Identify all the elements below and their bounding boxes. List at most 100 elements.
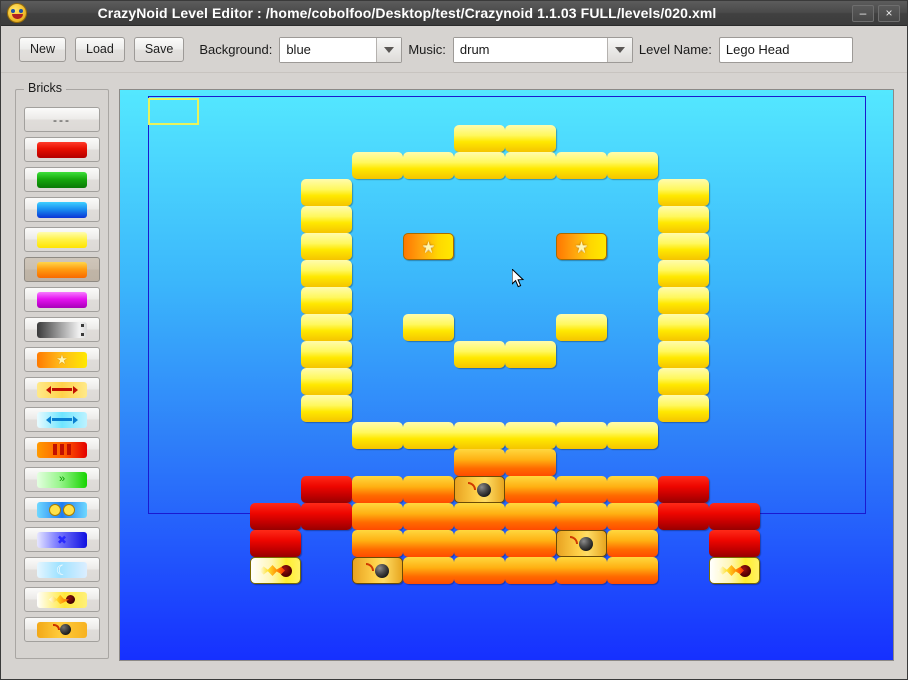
level-brick-orange[interactable]: [556, 503, 607, 530]
level-brick-yellow[interactable]: [352, 422, 403, 449]
level-brick-orange[interactable]: [352, 476, 403, 503]
level-brick-yellow[interactable]: [301, 233, 352, 260]
level-brick-yellow[interactable]: [352, 152, 403, 179]
level-brick-yellow[interactable]: [454, 152, 505, 179]
palette-brick-empty-button[interactable]: ---: [24, 107, 100, 132]
palette-brick-blue-button[interactable]: [24, 197, 100, 222]
level-brick-red[interactable]: [250, 503, 301, 530]
level-brick-yellow[interactable]: [301, 179, 352, 206]
level-brick-bomb[interactable]: [556, 530, 607, 557]
level-brick-orange[interactable]: [454, 557, 505, 584]
level-brick-yellow[interactable]: [301, 395, 352, 422]
palette-brick-bomb-button[interactable]: [24, 617, 100, 642]
minimize-button[interactable]: –: [852, 4, 874, 22]
level-brick-red[interactable]: [250, 530, 301, 557]
level-brick-star[interactable]: ★: [403, 233, 454, 260]
level-brick-yellow[interactable]: [658, 395, 709, 422]
level-brick-yellow[interactable]: [658, 314, 709, 341]
level-brick-orange[interactable]: [352, 530, 403, 557]
level-brick-orange[interactable]: [403, 476, 454, 503]
level-brick-bomb[interactable]: [352, 557, 403, 584]
palette-brick-expand-red-button[interactable]: [24, 377, 100, 402]
level-brick-yellow[interactable]: [658, 233, 709, 260]
level-brick-yellow[interactable]: [403, 422, 454, 449]
palette-brick-fast-forward-button[interactable]: »: [24, 467, 100, 492]
level-brick-orange[interactable]: [556, 476, 607, 503]
level-brick-star[interactable]: ★: [556, 233, 607, 260]
level-brick-yellow[interactable]: [301, 341, 352, 368]
level-brick-yellow[interactable]: [505, 422, 556, 449]
palette-brick-green-button[interactable]: [24, 167, 100, 192]
level-brick-yellow[interactable]: [658, 341, 709, 368]
level-brick-yellow[interactable]: [301, 206, 352, 233]
level-brick-yellow[interactable]: [658, 179, 709, 206]
level-brick-yellow[interactable]: [607, 152, 658, 179]
level-brick-yellow[interactable]: [658, 260, 709, 287]
load-button[interactable]: Load: [75, 37, 125, 62]
level-brick-red[interactable]: [301, 503, 352, 530]
level-brick-yellow[interactable]: [556, 152, 607, 179]
level-brick-yellow[interactable]: [607, 422, 658, 449]
level-brick-orange[interactable]: [454, 503, 505, 530]
level-brick-yellow[interactable]: [505, 125, 556, 152]
level-brick-yellow[interactable]: [556, 422, 607, 449]
palette-brick-ghost-button[interactable]: ☾: [24, 557, 100, 582]
level-brick-yellow[interactable]: [301, 368, 352, 395]
level-brick-yellow[interactable]: [505, 152, 556, 179]
palette-brick-magenta-button[interactable]: [24, 287, 100, 312]
level-brick-orange[interactable]: [403, 530, 454, 557]
level-brick-yellow[interactable]: [505, 341, 556, 368]
save-button[interactable]: Save: [133, 37, 185, 62]
level-brick-yellow[interactable]: [301, 287, 352, 314]
level-brick-red[interactable]: [301, 476, 352, 503]
level-brick-yellow[interactable]: [658, 206, 709, 233]
level-brick-orange[interactable]: [505, 557, 556, 584]
music-select[interactable]: drum: [452, 36, 633, 63]
level-brick-red[interactable]: [658, 476, 709, 503]
level-brick-yellow[interactable]: [454, 422, 505, 449]
level-brick-red[interactable]: [709, 503, 760, 530]
palette-brick-expand-cyan-button[interactable]: [24, 407, 100, 432]
level-brick-orange[interactable]: [403, 557, 454, 584]
level-brick-yellow[interactable]: [301, 314, 352, 341]
level-brick-yellow[interactable]: [556, 314, 607, 341]
palette-brick-fireball-button[interactable]: [24, 587, 100, 612]
level-canvas[interactable]: ★ ★: [119, 89, 894, 661]
chevron-down-icon[interactable]: [376, 37, 402, 62]
level-brick-orange[interactable]: [505, 449, 556, 476]
palette-brick-multiply-button[interactable]: ✖: [24, 527, 100, 552]
level-brick-yellow[interactable]: [403, 314, 454, 341]
level-brick-orange[interactable]: [505, 530, 556, 557]
palette-brick-star-button[interactable]: ★: [24, 347, 100, 372]
level-brick-yellow[interactable]: [454, 341, 505, 368]
level-brick-fire[interactable]: [250, 557, 301, 584]
level-brick-yellow[interactable]: [658, 368, 709, 395]
level-brick-fire[interactable]: [709, 557, 760, 584]
new-button[interactable]: New: [19, 37, 67, 62]
level-brick-red[interactable]: [709, 530, 760, 557]
level-brick-orange[interactable]: [607, 530, 658, 557]
level-brick-bomb[interactable]: [454, 476, 505, 503]
palette-brick-silver-button[interactable]: [24, 317, 100, 342]
level-brick-orange[interactable]: [352, 503, 403, 530]
level-brick-orange[interactable]: [607, 557, 658, 584]
palette-brick-faces-button[interactable]: [24, 497, 100, 522]
level-brick-orange[interactable]: [607, 503, 658, 530]
palette-brick-bars-button[interactable]: [24, 437, 100, 462]
level-brick-orange[interactable]: [556, 557, 607, 584]
close-button[interactable]: ×: [878, 4, 900, 22]
palette-brick-red-button[interactable]: [24, 137, 100, 162]
level-brick-orange[interactable]: [454, 449, 505, 476]
level-brick-orange[interactable]: [505, 503, 556, 530]
level-name-input[interactable]: Lego Head: [718, 36, 853, 63]
level-brick-orange[interactable]: [607, 476, 658, 503]
level-brick-yellow[interactable]: [658, 287, 709, 314]
background-select[interactable]: blue: [279, 36, 403, 63]
level-brick-yellow[interactable]: [454, 125, 505, 152]
level-brick-orange[interactable]: [505, 476, 556, 503]
level-brick-orange[interactable]: [454, 530, 505, 557]
level-brick-yellow[interactable]: [403, 152, 454, 179]
chevron-down-icon[interactable]: [606, 37, 632, 62]
level-brick-red[interactable]: [658, 503, 709, 530]
level-brick-yellow[interactable]: [301, 260, 352, 287]
